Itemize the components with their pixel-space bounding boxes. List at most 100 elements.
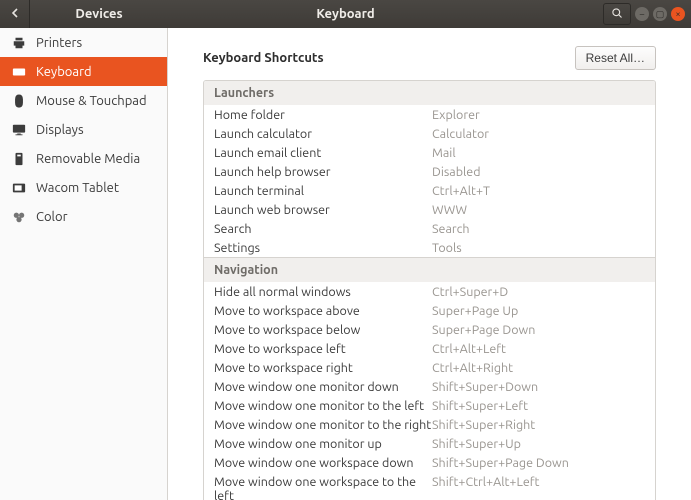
shortcut-row[interactable]: Move window one workspace to the leftShi… [204, 472, 655, 500]
color-icon [12, 210, 26, 224]
sidebar-item-label: Color [36, 210, 68, 224]
maximize-icon: ▢ [656, 9, 665, 20]
shortcut-row[interactable]: Launch terminalCtrl+Alt+T [204, 181, 655, 200]
tablet-icon [12, 181, 26, 195]
shortcut-keys: Shift+Super+Page Down [432, 456, 645, 470]
headerbar-left-title: Devices [30, 7, 168, 21]
shortcut-action: Launch help browser [214, 165, 432, 179]
keyboard-icon [12, 65, 26, 79]
removable-media-icon [12, 152, 26, 166]
chevron-left-icon [10, 7, 20, 21]
shortcut-keys: Ctrl+Super+D [432, 285, 645, 299]
shortcut-keys: Search [432, 222, 645, 236]
shortcut-keys: Super+Page Up [432, 304, 645, 318]
shortcut-action: Launch email client [214, 146, 432, 160]
sidebar-item-label: Displays [36, 123, 84, 137]
shortcut-action: Search [214, 222, 432, 236]
shortcut-action: Move window one monitor to the right [214, 418, 432, 432]
shortcut-row[interactable]: Move to workspace aboveSuper+Page Up [204, 301, 655, 320]
content: Keyboard Shortcuts Reset All… LaunchersH… [168, 28, 691, 500]
sidebar-item-label: Keyboard [36, 65, 92, 79]
shortcut-action: Move to workspace right [214, 361, 432, 375]
mouse-icon [12, 94, 26, 108]
sidebar-item-label: Printers [36, 36, 82, 50]
sidebar-item-label: Removable Media [36, 152, 140, 166]
search-icon [611, 7, 623, 22]
shortcut-action: Move window one monitor to the left [214, 399, 432, 413]
headerbar: Devices Keyboard – ▢ × [0, 0, 691, 28]
sidebar-item-displays[interactable]: Displays [0, 115, 167, 144]
minimize-icon: – [640, 9, 644, 19]
shortcut-row[interactable]: Move to workspace belowSuper+Page Down [204, 320, 655, 339]
shortcut-keys: Super+Page Down [432, 323, 645, 337]
shortcut-keys: Shift+Super+Up [432, 437, 645, 451]
shortcut-action: Move window one workspace to the left [214, 475, 432, 500]
shortcut-action: Settings [214, 241, 432, 255]
displays-icon [12, 123, 26, 137]
shortcut-action: Hide all normal windows [214, 285, 432, 299]
window-maximize[interactable]: ▢ [653, 7, 667, 21]
sidebar-item-printers[interactable]: Printers [0, 28, 167, 57]
headerbar-right: – ▢ × [603, 3, 691, 25]
shortcut-keys: Ctrl+Alt+Left [432, 342, 645, 356]
shortcut-row[interactable]: Move window one monitor to the rightShif… [204, 415, 655, 434]
shortcut-row[interactable]: Move to workspace rightCtrl+Alt+Right [204, 358, 655, 377]
printer-icon [12, 36, 26, 50]
shortcut-action: Move window one workspace down [214, 456, 432, 470]
back-button[interactable] [0, 0, 30, 28]
sidebar-item-label: Mouse & Touchpad [36, 94, 147, 108]
shortcut-row[interactable]: Move window one monitor upShift+Super+Up [204, 434, 655, 453]
sidebar-item-removable-media[interactable]: Removable Media [0, 144, 167, 173]
sidebar-item-wacom-tablet[interactable]: Wacom Tablet [0, 173, 167, 202]
shortcut-row[interactable]: Launch calculatorCalculator [204, 124, 655, 143]
shortcut-row[interactable]: Move window one monitor to the leftShift… [204, 396, 655, 415]
shortcut-keys: Tools [432, 241, 645, 255]
shortcut-keys: Mail [432, 146, 645, 160]
shortcut-keys: Shift+Ctrl+Alt+Left [432, 475, 645, 500]
shortcut-action: Move to workspace left [214, 342, 432, 356]
window-minimize[interactable]: – [635, 7, 649, 21]
shortcut-row[interactable]: SettingsTools [204, 238, 655, 257]
shortcut-row[interactable]: Move window one monitor downShift+Super+… [204, 377, 655, 396]
shortcut-row[interactable]: SearchSearch [204, 219, 655, 238]
shortcut-row[interactable]: Launch email clientMail [204, 143, 655, 162]
shortcut-keys: Explorer [432, 108, 645, 122]
shortcut-action: Move to workspace above [214, 304, 432, 318]
shortcut-row[interactable]: Move window one workspace downShift+Supe… [204, 453, 655, 472]
heading-row: Keyboard Shortcuts Reset All… [203, 46, 656, 70]
group-header: Launchers [204, 81, 655, 105]
sidebar-item-mouse-touchpad[interactable]: Mouse & Touchpad [0, 86, 167, 115]
shortcut-keys: WWW [432, 203, 645, 217]
sidebar-item-color[interactable]: Color [0, 202, 167, 231]
sidebar: Printers Keyboard Mouse & Touchpad Displays… [0, 28, 168, 500]
shortcut-action: Launch calculator [214, 127, 432, 141]
group-header: Navigation [204, 257, 655, 282]
shortcut-action: Launch web browser [214, 203, 432, 217]
shortcut-row[interactable]: Launch help browserDisabled [204, 162, 655, 181]
sidebar-item-keyboard[interactable]: Keyboard [0, 57, 167, 86]
reset-all-button[interactable]: Reset All… [575, 46, 656, 70]
headerbar-left: Devices [0, 0, 168, 28]
shortcut-keys: Shift+Super+Left [432, 399, 645, 413]
shortcut-row[interactable]: Move to workspace leftCtrl+Alt+Left [204, 339, 655, 358]
shortcut-action: Home folder [214, 108, 432, 122]
shortcut-keys: Shift+Super+Right [432, 418, 645, 432]
shortcut-action: Move window one monitor down [214, 380, 432, 394]
search-button[interactable] [603, 3, 631, 25]
shortcut-keys: Ctrl+Alt+T [432, 184, 645, 198]
sidebar-item-label: Wacom Tablet [36, 181, 119, 195]
shortcut-action: Launch terminal [214, 184, 432, 198]
shortcut-keys: Disabled [432, 165, 645, 179]
shortcuts-list: LaunchersHome folderExplorerLaunch calcu… [203, 80, 656, 500]
shortcut-keys: Calculator [432, 127, 645, 141]
shortcut-action: Move window one monitor up [214, 437, 432, 451]
shortcut-row[interactable]: Home folderExplorer [204, 105, 655, 124]
shortcut-row[interactable]: Hide all normal windowsCtrl+Super+D [204, 282, 655, 301]
shortcut-keys: Shift+Super+Down [432, 380, 645, 394]
shortcut-row[interactable]: Launch web browserWWW [204, 200, 655, 219]
close-icon: × [675, 9, 680, 19]
page-heading: Keyboard Shortcuts [203, 51, 324, 65]
shortcut-keys: Ctrl+Alt+Right [432, 361, 645, 375]
shortcut-action: Move to workspace below [214, 323, 432, 337]
window-close[interactable]: × [671, 7, 685, 21]
